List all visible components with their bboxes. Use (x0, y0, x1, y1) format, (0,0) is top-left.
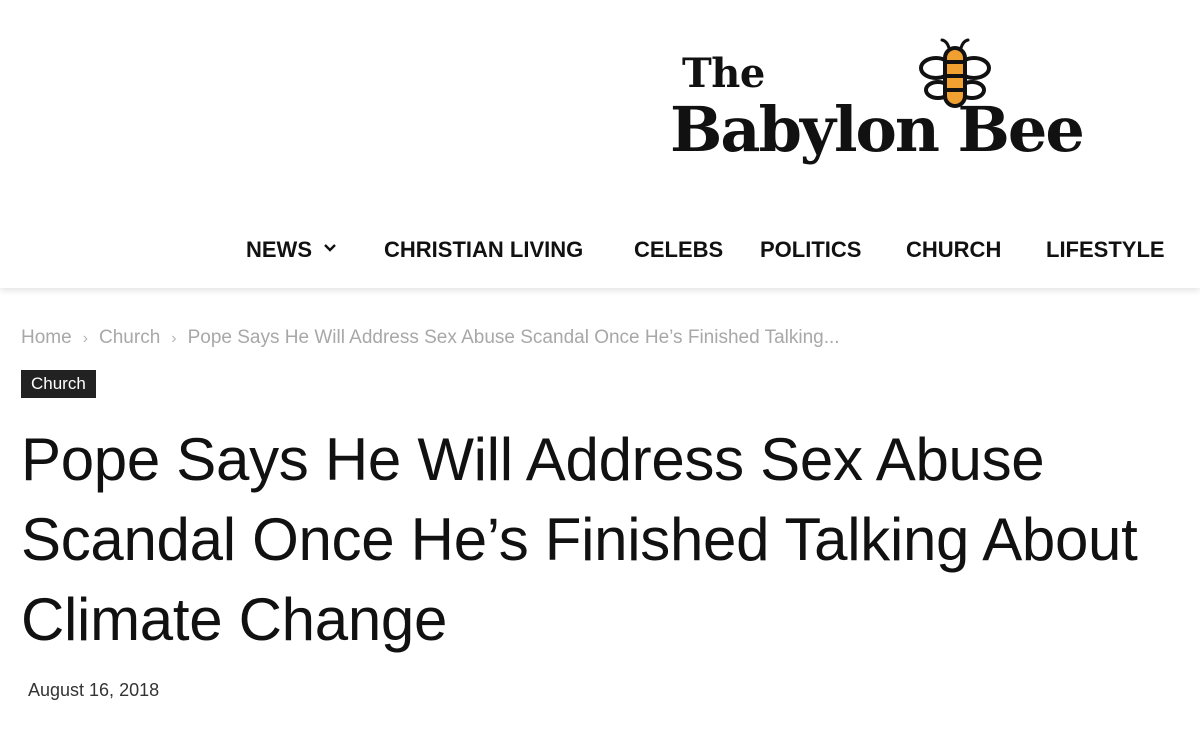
nav-item-label: LIFESTYLE (1046, 237, 1165, 262)
bee-icon (919, 38, 991, 108)
logo-text-name: Babylon Bee (670, 93, 1085, 166)
breadcrumb-home[interactable]: Home (21, 327, 72, 348)
nav-item-label: CHRISTIAN LIVING (384, 237, 584, 262)
nav-item-church[interactable]: CHURCH (906, 236, 1001, 264)
nav-item-celebs[interactable]: CELEBS (634, 236, 723, 264)
chevron-down-icon (324, 244, 336, 252)
category-badge[interactable]: Church (21, 370, 96, 398)
article-title: Pope Says He Will Address Sex Abuse Scan… (21, 426, 1138, 653)
site-header: The Babylon Bee NEWS CHRISTIAN LIVING CE… (0, 0, 1200, 288)
nav-item-label: CELEBS (634, 237, 724, 262)
breadcrumb-separator: › (171, 330, 177, 347)
main-nav: NEWS CHRISTIAN LIVING CELEBS POLITICS CH… (0, 226, 1200, 274)
nav-item-label: CHURCH (906, 237, 1002, 262)
site-logo[interactable]: The Babylon Bee (668, 36, 1108, 176)
nav-item-label: POLITICS (760, 237, 862, 262)
nav-item-christian-living[interactable]: CHRISTIAN LIVING (384, 236, 583, 264)
breadcrumb-current: Pope Says He Will Address Sex Abuse Scan… (187, 327, 840, 348)
breadcrumb-separator: › (82, 330, 89, 347)
nav-item-lifestyle[interactable]: LIFESTYLE (1046, 236, 1165, 264)
article-date: August 16, 2018 (28, 680, 160, 700)
nav-item-label: NEWS (246, 237, 312, 262)
breadcrumb: Home › Church › Pope Says He Will Address Se… (21, 324, 840, 352)
nav-item-news[interactable]: NEWS (246, 236, 336, 264)
logo-text-the: The (682, 50, 765, 97)
nav-item-politics[interactable]: POLITICS (760, 236, 861, 264)
breadcrumb-church[interactable]: Church (99, 327, 160, 348)
